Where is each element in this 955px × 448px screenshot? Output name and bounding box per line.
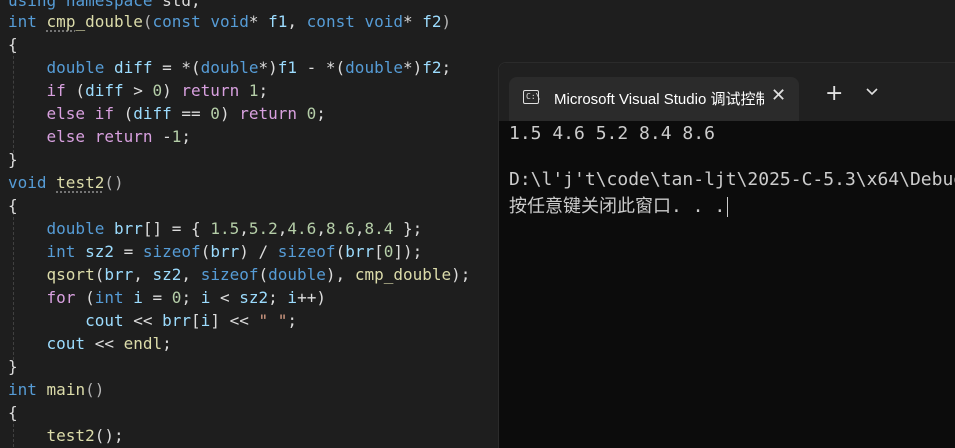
prompt-line: 按任意键关闭此窗口. . . [509, 192, 729, 218]
close-icon[interactable]: ✕ [771, 85, 786, 106]
code-line-19[interactable]: { [8, 401, 18, 424]
code-line-5[interactable]: if (diff > 0) return 1; [8, 79, 269, 102]
debug-console-window[interactable]: C:\ Microsoft Visual Studio 调试控制台 ✕ + 1.… [498, 62, 955, 448]
code-line-3[interactable]: { [8, 33, 18, 56]
text-cursor [727, 197, 729, 217]
code-line-18[interactable]: int main() [8, 378, 104, 401]
code-line-20[interactable]: test2(); [8, 424, 124, 447]
code-line-14[interactable]: for (int i = 0; i < sz2; i++) [8, 286, 326, 309]
code-line-17[interactable]: } [8, 355, 18, 378]
new-tab-plus-icon[interactable]: + [825, 83, 843, 105]
code-line-8[interactable]: } [8, 148, 18, 171]
code-line-2[interactable]: int cmp_double(const void* f1, const voi… [8, 10, 451, 33]
code-line-12[interactable]: int sz2 = sizeof(brr) / sizeof(brr[0]); [8, 240, 423, 263]
program-output: 1.5 4.6 5.2 8.4 8.6 [509, 123, 715, 144]
code-line-7[interactable]: else return -1; [8, 125, 192, 148]
code-line-4[interactable]: double diff = *(double*)f1 - *(double*)f… [8, 56, 452, 79]
console-icon: C:\ [523, 90, 540, 104]
code-line-9[interactable]: void test2() [8, 171, 124, 194]
code-line-10[interactable]: { [8, 194, 18, 217]
prompt-text: 按任意键关闭此窗口. . . [509, 196, 726, 217]
code-line-16[interactable]: cout << endl; [8, 332, 172, 355]
exe-path-line: D:\l'j't\code\tan-ljt\2025-C-5.3\x64\Deb… [509, 169, 955, 190]
terminal-tab-bar: C:\ Microsoft Visual Studio 调试控制台 ✕ + [499, 63, 955, 121]
code-line-6[interactable]: else if (diff == 0) return 0; [8, 102, 326, 125]
terminal-tab[interactable]: C:\ Microsoft Visual Studio 调试控制台 ✕ [509, 77, 799, 121]
code-line-11[interactable]: double brr[] = { 1.5,5.2,4.6,8.6,8.4 }; [8, 217, 423, 240]
code-line-13[interactable]: qsort(brr, sz2, sizeof(double), cmp_doub… [8, 263, 471, 286]
code-line-15[interactable]: cout << brr[i] << " "; [8, 309, 297, 332]
chevron-down-icon[interactable] [865, 85, 879, 99]
tab-title: Microsoft Visual Studio 调试控制台 [554, 91, 764, 108]
